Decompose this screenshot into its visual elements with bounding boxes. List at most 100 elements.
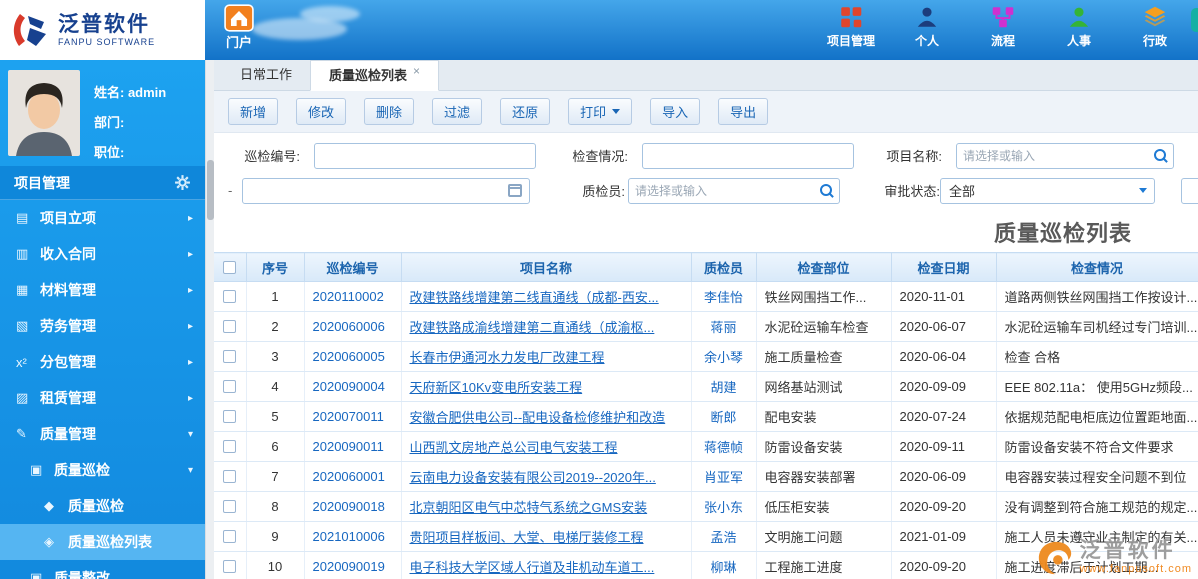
project-name-link[interactable]: 北京朝阳区电气中芯特气系统之GMS安装 bbox=[410, 500, 648, 515]
clipped-input[interactable] bbox=[1181, 177, 1198, 204]
button-label: 过滤 bbox=[444, 105, 471, 120]
nav-item-label: 个人 bbox=[914, 34, 939, 48]
project-name-link[interactable]: 长春市伊通河水力发电厂改建工程 bbox=[410, 350, 605, 365]
nav-item-project-management[interactable]: 项目管理 bbox=[826, 4, 876, 49]
nav-item-administration[interactable]: 行政 bbox=[1130, 4, 1180, 49]
tab-quality-inspection-list[interactable]: 质量巡检列表 × bbox=[310, 60, 440, 91]
project-name-link[interactable]: 云南电力设备安装有限公司2019--2020年... bbox=[410, 470, 656, 485]
row-checkbox[interactable] bbox=[223, 410, 237, 423]
cell-project: 天府新区10Kv变电所安装工程 bbox=[401, 371, 692, 402]
project-name-link[interactable]: 天府新区10Kv变电所安装工程 bbox=[410, 380, 583, 395]
project-name-link[interactable]: 改建铁路线增建第二线直通线（成都-西安... bbox=[410, 290, 659, 305]
chevron-down-icon[interactable] bbox=[1132, 179, 1154, 203]
scrollbar-thumb[interactable] bbox=[207, 160, 214, 220]
patrol-code-link[interactable]: 2020090019 bbox=[313, 559, 385, 574]
patrol-code-link[interactable]: 2020070011 bbox=[313, 409, 384, 424]
patrol-code-link[interactable]: 2020110002 bbox=[313, 289, 384, 304]
inspector-link[interactable]: 柳琳 bbox=[710, 560, 736, 575]
sidebar-section-header[interactable]: 项目管理 bbox=[0, 166, 205, 200]
nav-item-hr[interactable]: 人事 bbox=[1054, 4, 1104, 49]
inspector-link[interactable]: 蒋丽 bbox=[710, 320, 736, 335]
inspector-link[interactable]: 余小琴 bbox=[704, 350, 743, 365]
sidebar-item-lease-management[interactable]: ▨ 租赁管理 ▸ bbox=[0, 380, 205, 416]
export-button[interactable]: 导出 bbox=[718, 98, 769, 125]
sidebar-item-material-management[interactable]: ▦ 材料管理 ▸ bbox=[0, 272, 205, 308]
project-name-link[interactable]: 安徽合肥供电公司--配电设备检修维护和改造 bbox=[410, 410, 666, 425]
sidebar-item-project-initiation[interactable]: ▤ 项目立项 ▸ bbox=[0, 200, 205, 236]
sidebar-item-quality-rectification[interactable]: ▣ 质量整改 bbox=[0, 560, 205, 579]
row-checkbox[interactable] bbox=[223, 380, 237, 393]
sidebar-item-labor-management[interactable]: ▧ 劳务管理 ▸ bbox=[0, 308, 205, 344]
edit-button[interactable]: 修改 bbox=[296, 98, 347, 125]
nav-item-partial[interactable] bbox=[1191, 8, 1198, 38]
patrol-code-link[interactable]: 2020090011 bbox=[313, 439, 384, 454]
gear-icon[interactable] bbox=[174, 174, 191, 191]
date-input[interactable] bbox=[242, 177, 530, 204]
sidebar-item-quality-patrol[interactable]: ▣ 质量巡检 ▾ bbox=[0, 452, 205, 488]
cell-no: 9 bbox=[246, 521, 305, 552]
inspector-input[interactable] bbox=[628, 177, 840, 204]
restore-button[interactable]: 还原 bbox=[500, 98, 551, 125]
inspector-link[interactable]: 胡建 bbox=[710, 380, 736, 395]
cell-inspector: 李佳怡 bbox=[691, 281, 757, 312]
row-checkbox[interactable] bbox=[223, 320, 237, 333]
button-label: 打印 bbox=[580, 105, 607, 120]
table-row: 2 2020060006 改建铁路成渝线增建第二直通线（成渝枢... 蒋丽 水泥砼运输车… bbox=[214, 311, 1198, 342]
calendar-icon[interactable] bbox=[508, 184, 522, 197]
patrol-code-link[interactable]: 2020090018 bbox=[313, 499, 385, 514]
inspector-link[interactable]: 李佳怡 bbox=[704, 290, 743, 305]
row-checkbox[interactable] bbox=[223, 290, 237, 303]
sidebar-item-quality-patrol-list[interactable]: ◈ 质量巡检列表 bbox=[0, 524, 205, 560]
nav-item-portal[interactable]: 门户 bbox=[214, 3, 264, 51]
cell-part: 配电安装 bbox=[756, 401, 892, 432]
row-checkbox[interactable] bbox=[223, 470, 237, 483]
filter-button[interactable]: 过滤 bbox=[432, 98, 483, 125]
project-name-link[interactable]: 山西凯文房地产总公司电气安装工程 bbox=[410, 440, 618, 455]
project-name-link[interactable]: 电子科技大学区域人行道及非机动车道工... bbox=[410, 560, 655, 575]
patrol-code-link[interactable]: 2021010006 bbox=[313, 529, 385, 544]
nav-item-personal[interactable]: 个人 bbox=[902, 4, 952, 49]
patrol-code-input[interactable] bbox=[314, 142, 536, 169]
patrol-code-link[interactable]: 2020060005 bbox=[313, 349, 385, 364]
project-name-link[interactable]: 贵阳项目样板间、大堂、电梯厅装修工程 bbox=[410, 530, 644, 545]
nav-item-process[interactable]: 流程 bbox=[978, 4, 1028, 49]
project-name-link[interactable]: 改建铁路成渝线增建第二直通线（成渝枢... bbox=[410, 320, 655, 335]
select-all-checkbox[interactable] bbox=[223, 260, 237, 274]
approval-status-select[interactable]: 全部 bbox=[940, 177, 1155, 204]
vertical-scrollbar[interactable] bbox=[205, 60, 214, 579]
inspector-link[interactable]: 肖亚军 bbox=[704, 470, 743, 485]
project-name-input[interactable] bbox=[956, 142, 1174, 169]
print-button[interactable]: 打印 bbox=[568, 98, 633, 125]
check-situation-input[interactable] bbox=[642, 142, 854, 169]
logo[interactable]: 泛普软件 FANPU SOFTWARE bbox=[0, 0, 205, 60]
add-button[interactable]: 新增 bbox=[228, 98, 279, 125]
sidebar-item-subcontract-management[interactable]: x² 分包管理 ▸ bbox=[0, 344, 205, 380]
cell-code: 2020090019 bbox=[304, 551, 402, 579]
inspector-link[interactable]: 张小东 bbox=[704, 500, 743, 515]
patrol-code-link[interactable]: 2020060001 bbox=[313, 469, 385, 484]
sidebar-item-quality-management[interactable]: ✎ 质量管理 ▾ bbox=[0, 416, 205, 452]
row-checkbox[interactable] bbox=[223, 440, 237, 453]
row-checkbox[interactable] bbox=[223, 560, 237, 573]
row-checkbox[interactable] bbox=[223, 350, 237, 363]
delete-button[interactable]: 删除 bbox=[364, 98, 415, 125]
sidebar-item-label: 项目立项 bbox=[40, 210, 96, 226]
row-checkbox[interactable] bbox=[223, 500, 237, 513]
cell-part: 文明施工问题 bbox=[756, 521, 892, 552]
cell-inspector: 胡建 bbox=[691, 371, 757, 402]
sidebar-item-quality-patrol-entry[interactable]: ◆ 质量巡检 bbox=[0, 488, 205, 524]
sidebar-item-income-contract[interactable]: ▥ 收入合同 ▸ bbox=[0, 236, 205, 272]
import-button[interactable]: 导入 bbox=[650, 98, 701, 125]
avatar[interactable] bbox=[8, 70, 80, 156]
nav-item-label: 人事 bbox=[1066, 34, 1091, 48]
patrol-code-link[interactable]: 2020060006 bbox=[313, 319, 385, 334]
inspector-link[interactable]: 孟浩 bbox=[710, 530, 736, 545]
patrol-code-link[interactable]: 2020090004 bbox=[313, 379, 385, 394]
search-icon[interactable] bbox=[1154, 148, 1168, 163]
inspector-link[interactable]: 蒋德帧 bbox=[704, 440, 743, 455]
search-icon[interactable] bbox=[820, 183, 834, 198]
row-checkbox[interactable] bbox=[223, 530, 237, 543]
tab-daily-work[interactable]: 日常工作 bbox=[222, 60, 310, 90]
close-icon[interactable]: × bbox=[413, 64, 420, 78]
inspector-link[interactable]: 断郎 bbox=[710, 410, 736, 425]
